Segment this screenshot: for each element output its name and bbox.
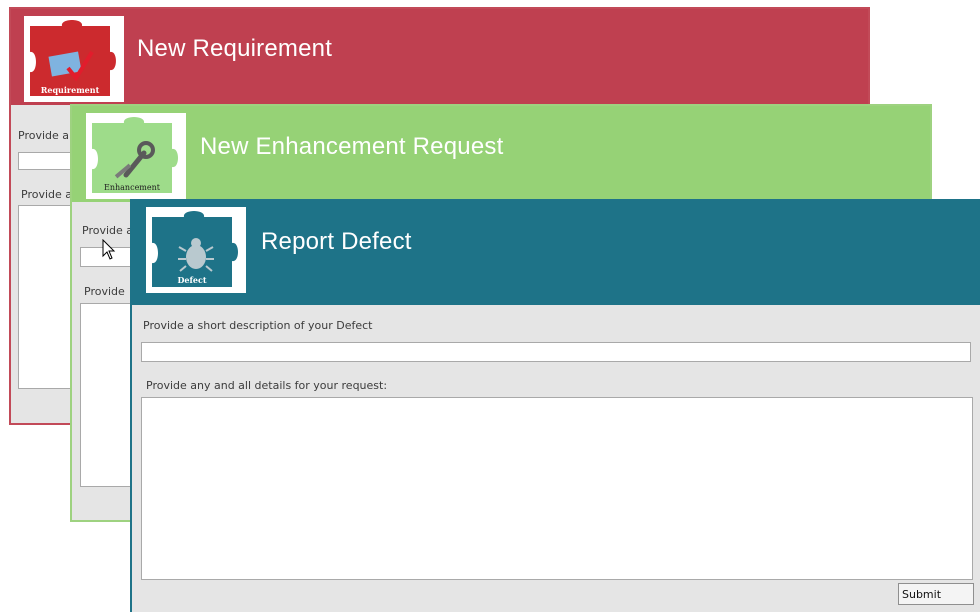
defect-details-label: Provide any and all details for your req… <box>146 379 388 392</box>
requirement-logo-text: Requirement <box>41 85 100 95</box>
defect-puzzle-icon: Defect <box>152 211 238 287</box>
requirement-short-desc-input[interactable] <box>18 152 78 170</box>
defect-details-textarea[interactable] <box>141 397 973 580</box>
enhancement-puzzle-icon: Enhancement <box>92 117 178 193</box>
requirement-details-label: Provide a <box>21 188 73 201</box>
defect-window: Defect Report Defect Provide a short des… <box>130 199 980 612</box>
enhancement-logo-text: Enhancement <box>104 183 161 192</box>
submit-button[interactable]: Submit <box>898 583 974 605</box>
requirement-puzzle-icon: Requirement <box>30 20 116 96</box>
enhancement-short-desc-label: Provide a <box>82 224 134 237</box>
requirement-short-desc-label: Provide a <box>18 129 70 142</box>
requirement-title: New Requirement <box>137 35 333 62</box>
enhancement-title: New Enhancement Request <box>200 133 504 160</box>
defect-short-desc-label: Provide a short description of your Defe… <box>143 319 373 332</box>
defect-logo-text: Defect <box>177 275 206 285</box>
defect-short-desc-input[interactable] <box>141 342 971 362</box>
defect-title: Report Defect <box>261 228 412 255</box>
enhancement-logo: Enhancement <box>86 113 186 199</box>
defect-header <box>132 199 980 305</box>
requirement-details-textarea[interactable] <box>18 205 78 389</box>
requirement-logo: Requirement <box>24 16 124 102</box>
mouse-cursor-icon <box>102 239 116 260</box>
enhancement-details-label: Provide <box>84 285 125 298</box>
defect-logo: Defect <box>146 207 246 293</box>
